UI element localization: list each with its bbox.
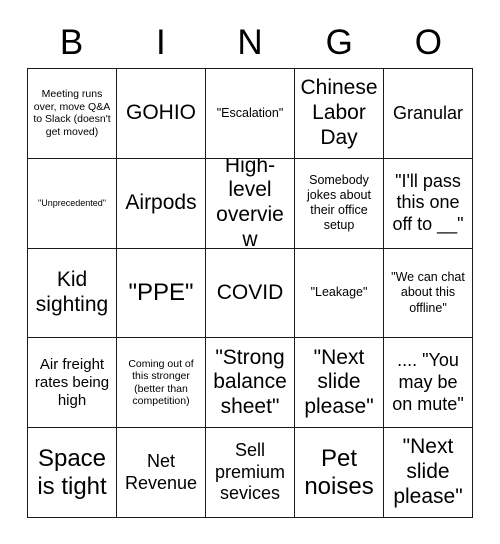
bingo-cell-label: COVID (216, 280, 284, 304)
bingo-header: B I N G O (27, 18, 473, 68)
bingo-cell-label: "Escalation" (216, 105, 284, 120)
bingo-cell-label: Somebody jokes about their office setup (307, 172, 371, 233)
bingo-cell-label: Airpods (125, 190, 197, 214)
bingo-cell[interactable]: "Strong balance sheet" (206, 338, 295, 429)
bingo-cell-label: GOHIO (125, 101, 196, 125)
header-letter-b: B (59, 23, 84, 62)
bingo-cell-label: "Next slide please" (393, 435, 463, 508)
bingo-cell[interactable]: "Unprecedented" (28, 158, 117, 249)
bingo-cell-label: "Strong balance sheet" (213, 345, 287, 419)
bingo-cell-label: Meeting runs over, move Q&A to Slack (do… (33, 88, 111, 138)
bingo-cell[interactable]: "Next slide please" (295, 338, 384, 429)
bingo-cell-label: "We can chat about this offline" (391, 270, 465, 315)
bingo-cell[interactable]: Chinese Labor Day (295, 69, 384, 159)
bingo-cell-label: Space is tight (37, 444, 107, 500)
header-letter-i: I (155, 23, 166, 62)
bingo-cell[interactable]: "We can chat about this offline" (384, 248, 473, 339)
bingo-cell[interactable]: COVID (206, 248, 295, 339)
bingo-cell-label: Pet noises (304, 444, 374, 500)
bingo-cell-label: Air freight rates being high (34, 355, 110, 409)
bingo-cell[interactable]: Coming out of this stronger (better than… (117, 338, 206, 429)
bingo-cell[interactable]: GOHIO (117, 69, 206, 159)
header-letter-o: O (414, 23, 443, 62)
bingo-grid: Meeting runs over, move Q&A to Slack (do… (27, 68, 473, 518)
bingo-cell[interactable]: Somebody jokes about their office setup (295, 158, 384, 249)
bingo-cell[interactable]: .... "You may be on mute" (384, 338, 473, 429)
bingo-cell-label: High-level overview (216, 158, 284, 249)
header-letter-n: N (237, 23, 263, 62)
bingo-cell-label: Sell premium sevices (214, 440, 285, 504)
bingo-cell[interactable]: "PPE" (117, 248, 206, 339)
bingo-cell-label: Chinese Labor Day (300, 76, 378, 149)
bingo-cell[interactable]: Pet noises (295, 428, 384, 518)
bingo-cell[interactable]: "Next slide please" (384, 428, 473, 518)
bingo-cell-label: Granular (392, 102, 464, 123)
bingo-cell[interactable]: Air freight rates being high (28, 338, 117, 429)
bingo-cell[interactable]: High-level overview (206, 158, 295, 249)
bingo-cell-label: "PPE" (128, 279, 194, 307)
bingo-cell[interactable]: Space is tight (28, 428, 117, 518)
bingo-cell-label: "Next slide please" (304, 345, 374, 419)
bingo-cell[interactable]: Airpods (117, 158, 206, 249)
bingo-cell[interactable]: Granular (384, 69, 473, 159)
bingo-cell[interactable]: Meeting runs over, move Q&A to Slack (do… (28, 69, 117, 159)
bingo-cell-label: .... "You may be on mute" (392, 350, 464, 414)
bingo-cell[interactable]: "I'll pass this one off to __" (384, 158, 473, 249)
bingo-cell[interactable]: Kid sighting (28, 248, 117, 339)
bingo-cell-label: Kid sighting (35, 268, 109, 316)
bingo-cell[interactable]: Sell premium sevices (206, 428, 295, 518)
bingo-card: B I N G O Meeting runs over, move Q&A to… (0, 0, 500, 544)
bingo-cell-label: "Unprecedented" (38, 197, 106, 208)
bingo-cell[interactable]: "Leakage" (295, 248, 384, 339)
bingo-cell-label: Coming out of this stronger (better than… (128, 357, 194, 408)
header-letter-g: G (325, 23, 353, 62)
bingo-cell-label: "I'll pass this one off to __" (392, 170, 464, 234)
bingo-cell[interactable]: Net Revenue (117, 428, 206, 518)
bingo-cell-label: "Leakage" (310, 285, 368, 300)
bingo-cell-label: Net Revenue (124, 451, 198, 493)
bingo-cell[interactable]: "Escalation" (206, 69, 295, 159)
